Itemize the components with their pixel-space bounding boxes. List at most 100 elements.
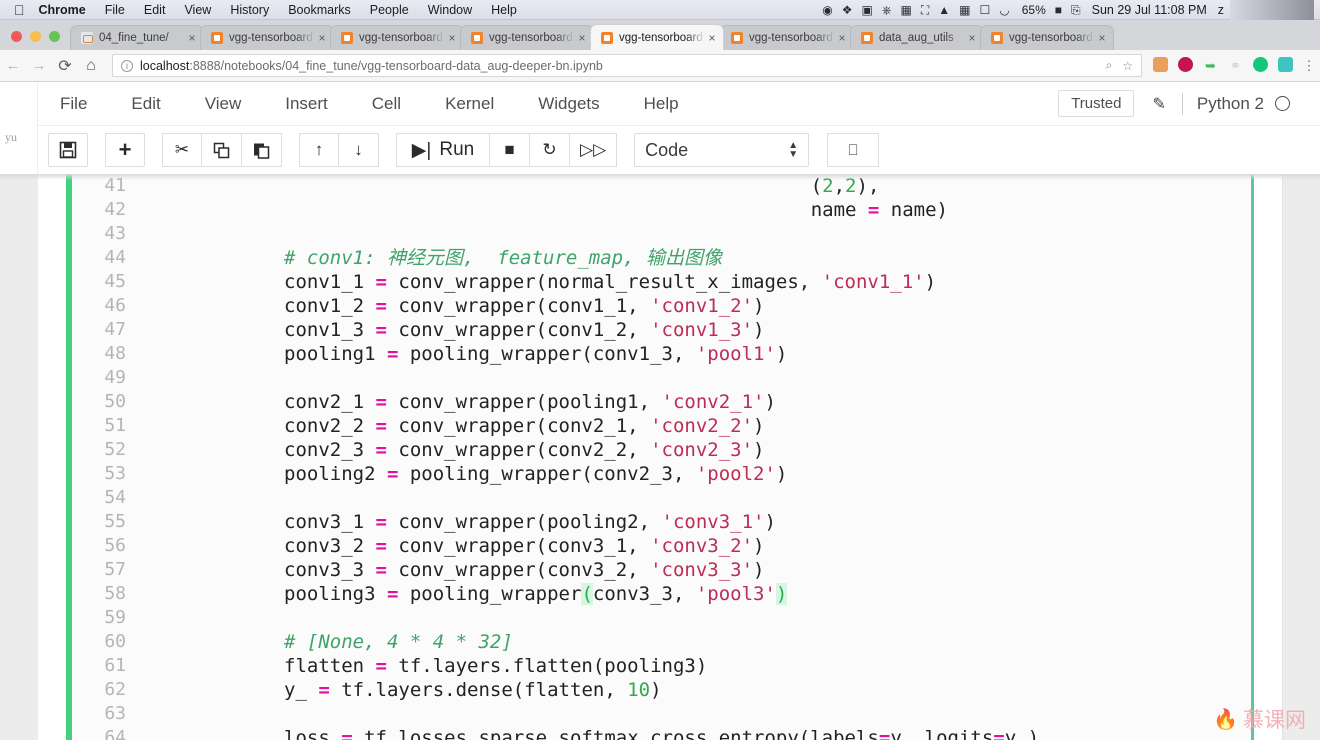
code-line[interactable]: 42 name = name)	[72, 198, 1251, 222]
menu-item-edit[interactable]: Edit	[144, 3, 166, 17]
menu-item-file[interactable]: File	[105, 3, 125, 17]
record-icon[interactable]: ◉	[822, 4, 832, 16]
code-line[interactable]: 50 conv2_1 = conv_wrapper(pooling1, 'conv…	[72, 390, 1251, 414]
sync-icon[interactable]: ⎘	[1071, 4, 1081, 16]
close-window-button[interactable]	[11, 31, 22, 42]
code-line[interactable]: 52 conv2_3 = conv_wrapper(conv2_2, 'conv2…	[72, 438, 1251, 462]
jp-menu-file[interactable]: File	[38, 94, 109, 114]
close-tab-icon[interactable]: ×	[965, 31, 979, 45]
pencil-icon[interactable]: ✎	[1134, 94, 1181, 114]
cell-type-select[interactable]: Code ▲ ▼	[634, 133, 810, 167]
browser-tab[interactable]: vgg-tensorboard ×	[200, 25, 334, 50]
menu-item-bookmarks[interactable]: Bookmarks	[288, 3, 351, 17]
jp-menu-help[interactable]: Help	[622, 94, 701, 114]
copy-cell-button[interactable]	[202, 133, 242, 167]
minimize-window-button[interactable]	[30, 31, 41, 42]
kernel-idle-circle-icon[interactable]	[1275, 96, 1290, 111]
jp-menu-kernel[interactable]: Kernel	[423, 94, 516, 114]
code-line[interactable]: 63	[72, 702, 1251, 726]
jp-menu-cell[interactable]: Cell	[350, 94, 423, 114]
close-tab-icon[interactable]: ×	[315, 31, 329, 45]
wifi-icon[interactable]: ◡	[999, 4, 1009, 16]
browser-tab[interactable]: vgg-tensorboard ×	[330, 25, 464, 50]
restart-run-all-button[interactable]: ▷▷	[570, 133, 618, 167]
code-line[interactable]: 61 flatten = tf.layers.flatten(pooling3)	[72, 654, 1251, 678]
jp-menu-widgets[interactable]: Widgets	[516, 94, 621, 114]
code-line[interactable]: 43	[72, 222, 1251, 246]
calculator-icon[interactable]: ▦	[959, 4, 970, 16]
close-tab-icon[interactable]: ×	[705, 31, 719, 45]
close-tab-icon[interactable]: ×	[445, 31, 459, 45]
browser-tab-active[interactable]: vgg-tensorboard ×	[590, 24, 724, 50]
search-icon[interactable]: ⌕	[1106, 58, 1113, 73]
maximize-window-button[interactable]	[49, 31, 60, 42]
screenshot-icon[interactable]: ▣	[862, 4, 873, 16]
code-line[interactable]: 49	[72, 366, 1251, 390]
code-line[interactable]: 55 conv3_1 = conv_wrapper(pooling2, 'conv…	[72, 510, 1251, 534]
code-editor[interactable]: 41 (2,2), 42 name = name) 43 44 # conv1: 神经元图,…	[72, 174, 1251, 740]
save-button[interactable]	[48, 133, 88, 167]
code-line[interactable]: 53 pooling2 = pooling_wrapper(conv2_3, 'p…	[72, 462, 1251, 486]
browser-tab[interactable]: vgg-tensorboard ×	[460, 25, 594, 50]
arrow-ext-icon[interactable]: ➥	[1198, 58, 1223, 74]
code-line[interactable]: 57 conv3_3 = conv_wrapper(conv3_2, 'conv3…	[72, 558, 1251, 582]
battery-icon[interactable]: ■	[1055, 4, 1062, 16]
cut-cell-button[interactable]: ✂	[162, 133, 202, 167]
paste-cell-button[interactable]	[242, 133, 282, 167]
atom-icon[interactable]: ❖	[842, 4, 853, 16]
screencast-ext-icon[interactable]	[1273, 56, 1298, 75]
jp-menu-view[interactable]: View	[183, 94, 264, 114]
forward-button[interactable]: →	[26, 57, 52, 74]
extension-face-icon[interactable]	[1148, 56, 1173, 75]
dropbox-icon[interactable]: ▲	[938, 4, 950, 16]
apple-icon[interactable]: 	[14, 3, 25, 17]
shield-ext-icon[interactable]: ⚭	[1223, 58, 1248, 74]
menu-bar-user[interactable]: z	[1218, 3, 1224, 17]
close-tab-icon[interactable]: ×	[575, 31, 589, 45]
address-bar[interactable]: i localhost :8888/notebooks/04_fine_tune…	[112, 54, 1142, 77]
menu-item-view[interactable]: View	[184, 3, 211, 17]
trusted-badge[interactable]: Trusted	[1058, 90, 1135, 117]
browser-tab[interactable]: vgg-tensorboard ×	[720, 25, 854, 50]
code-line[interactable]: 45 conv1_1 = conv_wrapper(normal_result_x…	[72, 270, 1251, 294]
code-line[interactable]: 44 # conv1: 神经元图, feature_map, 输出图像	[72, 246, 1251, 270]
close-tab-icon[interactable]: ×	[1095, 31, 1109, 45]
close-tab-icon[interactable]: ×	[835, 31, 849, 45]
browser-tab[interactable]: vgg-tensorboard ×	[980, 25, 1114, 50]
bookmark-star-icon[interactable]: ☆	[1122, 59, 1133, 73]
code-line[interactable]: 51 conv2_2 = conv_wrapper(conv2_1, 'conv2…	[72, 414, 1251, 438]
bank-icon[interactable]: ⛶	[921, 4, 929, 16]
menu-item-people[interactable]: People	[370, 3, 409, 17]
move-cell-up-button[interactable]: ↑	[299, 133, 339, 167]
code-line[interactable]: 56 conv3_2 = conv_wrapper(conv3_1, 'conv3…	[72, 534, 1251, 558]
chrome-menu-icon[interactable]: ⋮	[1298, 58, 1320, 74]
power-icon[interactable]: ⎈	[882, 4, 892, 16]
browser-tab[interactable]: 04_fine_tune/ ×	[70, 25, 204, 50]
restart-kernel-button[interactable]: ↻	[530, 133, 570, 167]
menu-item-window[interactable]: Window	[428, 3, 472, 17]
menu-item-history[interactable]: History	[230, 3, 269, 17]
command-palette-button[interactable]: ⎕	[827, 133, 880, 167]
airplay-icon[interactable]: ☐	[979, 4, 990, 16]
code-line[interactable]: 46 conv1_2 = conv_wrapper(conv1_1, 'conv1…	[72, 294, 1251, 318]
code-cell[interactable]: 41 (2,2), 42 name = name) 43 44 # conv1: 神经元图,…	[72, 174, 1251, 740]
code-line[interactable]: 41 (2,2),	[72, 174, 1251, 198]
close-tab-icon[interactable]: ×	[185, 31, 199, 45]
code-line[interactable]: 59	[72, 606, 1251, 630]
interrupt-kernel-button[interactable]: ■	[490, 133, 530, 167]
move-cell-down-button[interactable]: ↓	[339, 133, 379, 167]
back-button[interactable]: ←	[0, 57, 26, 74]
insert-cell-below-button[interactable]: +	[105, 133, 145, 167]
code-line[interactable]: 62 y_ = tf.layers.dense(flatten, 10)	[72, 678, 1251, 702]
opera-icon[interactable]	[1173, 56, 1198, 75]
code-line[interactable]: 47 conv1_3 = conv_wrapper(conv1_2, 'conv1…	[72, 318, 1251, 342]
jp-menu-insert[interactable]: Insert	[263, 94, 350, 114]
input-source-icon[interactable]: ▦	[901, 4, 912, 16]
code-line[interactable]: 64 loss = tf.losses.sparse_softmax_cross_…	[72, 726, 1251, 740]
jp-menu-edit[interactable]: Edit	[109, 94, 182, 114]
home-button[interactable]: ⌂	[78, 57, 104, 75]
run-cell-button[interactable]: ▶| Run	[396, 133, 490, 167]
code-line[interactable]: 60 # [None, 4 * 4 * 32]	[72, 630, 1251, 654]
code-line[interactable]: 54	[72, 486, 1251, 510]
code-line[interactable]: 48 pooling1 = pooling_wrapper(conv1_3, 'p…	[72, 342, 1251, 366]
